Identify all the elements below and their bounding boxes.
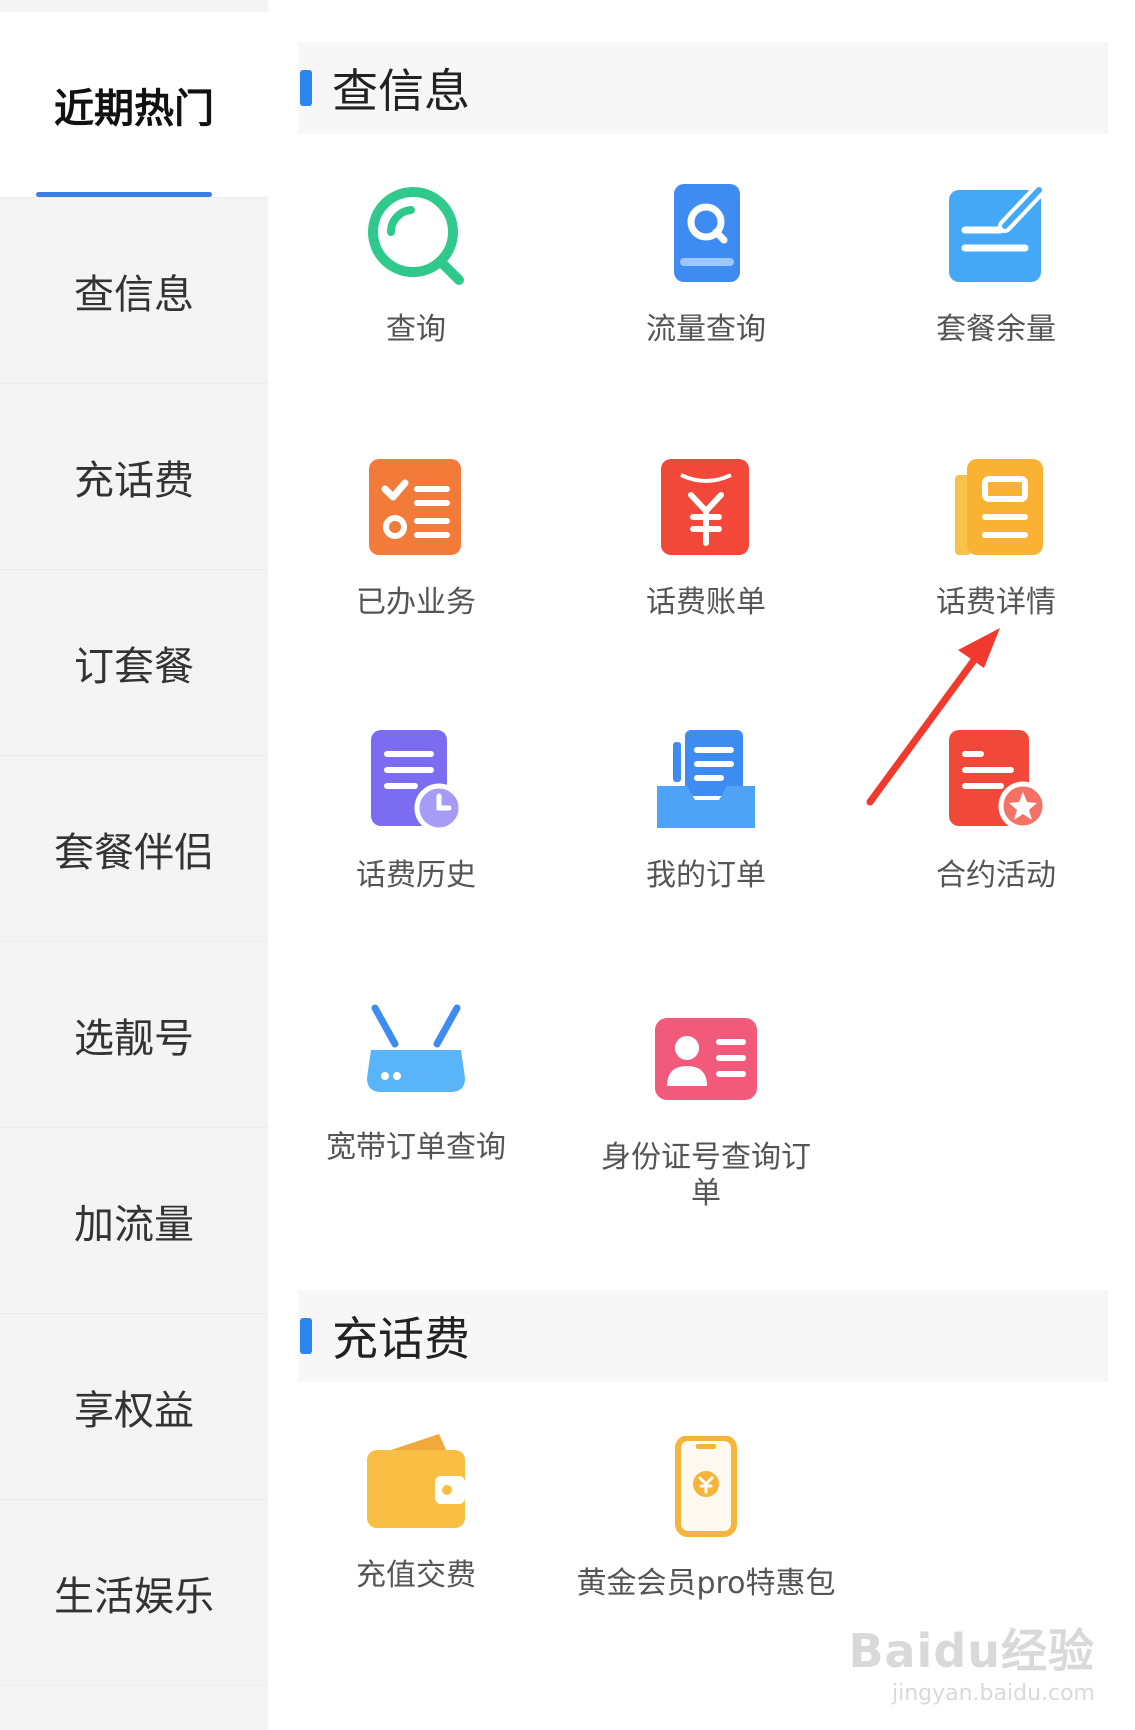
sidebar-item-label: 订套餐 [74, 643, 194, 690]
tile-label: 宽带订单查询 [326, 1130, 506, 1165]
tile-label: 查询 [386, 312, 446, 347]
bill-envelope-icon [651, 455, 761, 565]
baidu-jingyan-watermark: Baidu经验 jingyan.baidu.com [848, 1615, 1095, 1706]
tile-label: 我的订单 [646, 858, 766, 893]
tile-gold-member-pro-pack[interactable]: 黄金会员pro特惠包 [561, 1435, 851, 1602]
phone-coin-icon [651, 1435, 761, 1546]
sidebar-item-benefits[interactable]: 享权益 [0, 1314, 268, 1500]
tile-bill-detail[interactable]: 话费详情 [851, 455, 1135, 621]
sidebar-item-label: 近期热门 [54, 85, 214, 132]
sidebar-item-recharge[interactable]: 充话费 [0, 384, 268, 570]
category-sidebar: 近期热门 查信息 充话费 订套餐 套餐伴侣 选靓号 加流量 享权益 生活娱乐 [0, 0, 268, 1730]
tile-label: 已办业务 [356, 585, 476, 620]
tile-label: 充值交费 [356, 1558, 476, 1593]
tile-recharge-pay[interactable]: 充值交费 [271, 1428, 561, 1594]
tile-label: 话费账单 [646, 585, 766, 620]
bill-history-icon [361, 728, 471, 838]
tile-package-balance[interactable]: 套餐余量 [851, 182, 1135, 348]
wallet-icon [361, 1428, 471, 1538]
sidebar-item-add-data[interactable]: 加流量 [0, 1128, 268, 1314]
order-tray-icon [651, 728, 761, 838]
watermark-url: jingyan.baidu.com [891, 1681, 1095, 1706]
tile-bill[interactable]: 话费账单 [561, 455, 851, 621]
tile-label: 合约活动 [936, 858, 1056, 893]
sidebar-item-query[interactable]: 查信息 [0, 198, 268, 384]
active-tab-indicator [36, 192, 212, 197]
section-accent-bar [300, 70, 312, 106]
tile-label: 流量查询 [646, 312, 766, 347]
sidebar-item-life-entertainment[interactable]: 生活娱乐 [0, 1500, 268, 1686]
section-title: 查信息 [332, 64, 470, 118]
watermark-logo-text: Baidu经验 [848, 1624, 1095, 1678]
sidebar-item-label: 生活娱乐 [54, 1573, 214, 1620]
tile-contract-activity[interactable]: 合约活动 [851, 728, 1135, 894]
sidebar-item-choose-number[interactable]: 选靓号 [0, 942, 268, 1128]
sidebar-item-label: 套餐伴侣 [54, 829, 214, 876]
data-search-icon [651, 182, 761, 292]
sidebar-item-label: 享权益 [74, 1387, 194, 1434]
tile-data-query[interactable]: 流量查询 [561, 182, 851, 348]
sidebar-item-plan-companion[interactable]: 套餐伴侣 [0, 756, 268, 942]
contract-star-icon [941, 728, 1051, 838]
package-balance-icon [941, 182, 1051, 292]
tile-broadband-order-query[interactable]: 宽带订单查询 [271, 1000, 561, 1166]
tile-label: 话费详情 [936, 585, 1056, 620]
sidebar-item-label: 充话费 [74, 457, 194, 504]
section-header-recharge: 充话费 [298, 1290, 1108, 1382]
id-card-icon [651, 1010, 761, 1120]
sidebar-item-label: 选靓号 [74, 1015, 194, 1062]
tile-query[interactable]: 查询 [271, 182, 561, 348]
router-icon [361, 1000, 471, 1110]
tile-label: 身份证号查询订单 [601, 1140, 811, 1211]
checklist-icon [361, 455, 471, 565]
tile-label: 话费历史 [356, 858, 476, 893]
sidebar-item-label: 加流量 [74, 1201, 194, 1248]
section-title: 充话费 [332, 1312, 470, 1366]
sidebar-item-order-plan[interactable]: 订套餐 [0, 570, 268, 756]
tile-id-card-order-query[interactable]: 身份证号查询订单 [561, 1010, 851, 1212]
sidebar-item-recent-hot[interactable]: 近期热门 [0, 12, 268, 198]
tile-label: 黄金会员pro特惠包 [576, 1566, 836, 1601]
search-circle-icon [361, 182, 471, 292]
section-accent-bar [300, 1318, 312, 1354]
bill-detail-icon [941, 455, 1051, 565]
section-header-query: 查信息 [298, 42, 1108, 134]
main-content: 查信息 查询 流量查询 套餐余量 已办业务 话费账单 话费详情 话费历史 我的订… [268, 0, 1135, 1730]
tile-bill-history[interactable]: 话费历史 [271, 728, 561, 894]
tile-handled-business[interactable]: 已办业务 [271, 455, 561, 621]
sidebar-item-label: 查信息 [74, 271, 194, 318]
tile-my-orders[interactable]: 我的订单 [561, 728, 851, 894]
tile-label: 套餐余量 [936, 312, 1056, 347]
